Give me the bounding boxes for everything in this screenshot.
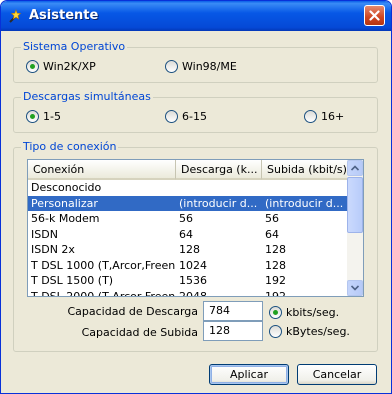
close-icon — [369, 10, 380, 21]
app-icon — [7, 7, 25, 25]
radio-label: Win2K/XP — [43, 59, 96, 73]
window-title: Asistente — [29, 8, 99, 23]
radio-indicator — [269, 305, 282, 319]
unit-radio-kbits[interactable]: kbits/seg. — [269, 305, 339, 319]
row-upload: 64 — [265, 227, 279, 241]
column-header-connection[interactable]: Conexión — [28, 160, 176, 180]
downloads-group-legend: Descargas simultáneas — [21, 90, 153, 103]
row-upload: (introducir d... — [265, 196, 344, 210]
row-download: 64 — [179, 227, 193, 241]
radio-indicator — [165, 109, 178, 123]
upload-capacity-label: Capacidad de Subida — [81, 326, 198, 339]
list-row[interactable]: Desconocido — [28, 180, 348, 196]
close-button[interactable] — [364, 5, 385, 26]
row-download: (introducir d... — [179, 196, 258, 210]
radio-indicator — [165, 59, 178, 73]
list-row[interactable]: T DSL 1500 (T) 1536 192 — [28, 273, 348, 289]
download-capacity-label: Capacidad de Descarga — [67, 305, 198, 318]
row-download: 2048 — [179, 289, 207, 297]
downloads-radio-16-plus[interactable]: 16+ — [304, 109, 344, 123]
column-header-download[interactable]: Descarga (k... — [176, 160, 262, 180]
connection-list[interactable]: Conexión Descarga (k... Subida (kbit/s) … — [27, 159, 364, 297]
upload-capacity-input[interactable]: 128 — [203, 321, 263, 341]
radio-label: 1-5 — [43, 109, 61, 123]
unit-radio-kbytes[interactable]: kBytes/seg. — [269, 324, 350, 338]
os-radio-win98me[interactable]: Win98/ME — [165, 59, 237, 73]
list-row[interactable]: ISDN 64 64 — [28, 227, 348, 243]
radio-indicator — [269, 324, 282, 338]
radio-indicator — [304, 109, 317, 123]
radio-label: 16+ — [321, 109, 345, 123]
row-connection: ISDN 2x — [31, 243, 75, 256]
list-row[interactable]: T DSL 2000 (T,Arcor,Freen... 2048 192 — [28, 289, 348, 297]
row-upload: 128 — [265, 243, 286, 256]
list-row-selected[interactable]: Personalizar (introducir d... (introduci… — [28, 195, 348, 211]
cancel-button[interactable]: Cancelar — [297, 364, 377, 385]
row-upload: 128 — [265, 258, 286, 272]
row-upload — [262, 180, 348, 196]
title-bar[interactable]: Asistente — [1, 1, 391, 31]
row-connection: 56-k Modem — [31, 212, 100, 225]
connection-group-legend: Tipo de conexión — [21, 140, 119, 153]
radio-indicator — [26, 59, 39, 73]
row-upload: 192 — [265, 274, 286, 287]
row-download: 56 — [179, 212, 193, 225]
arrow-down-icon — [351, 285, 359, 291]
list-row[interactable]: T DSL 1000 (T,Arcor,Freen... 1024 128 — [28, 258, 348, 274]
row-connection: Personalizar — [31, 196, 98, 210]
scroll-up-button[interactable] — [347, 160, 363, 176]
row-download: 128 — [179, 243, 200, 256]
scroll-thumb[interactable] — [347, 177, 363, 233]
list-header: Conexión Descarga (k... Subida (kbit/s) — [28, 160, 348, 180]
arrow-up-icon — [351, 165, 359, 171]
os-radio-win2kxp[interactable]: Win2K/XP — [26, 59, 96, 73]
wizard-window: Asistente Sistema Operativo Win2K/XP Win… — [0, 0, 392, 394]
scroll-down-button[interactable] — [347, 280, 363, 296]
row-download: 1024 — [179, 258, 207, 272]
column-header-upload[interactable]: Subida (kbit/s) — [262, 160, 348, 180]
downloads-radio-1-5[interactable]: 1-5 — [26, 109, 61, 123]
radio-indicator — [26, 109, 39, 123]
row-upload: 56 — [265, 212, 279, 225]
download-capacity-input[interactable]: 784 — [203, 301, 263, 321]
row-connection: Desconocido — [31, 181, 102, 194]
row-connection: ISDN — [31, 227, 58, 241]
row-upload: 192 — [265, 289, 286, 297]
radio-label: kbits/seg. — [286, 305, 340, 319]
apply-button[interactable]: Aplicar — [209, 364, 289, 385]
radio-label: kBytes/seg. — [286, 324, 350, 338]
row-connection: T DSL 1000 (T,Arcor,Freen... — [31, 258, 176, 272]
list-rows: Desconocido Personalizar (introducir d..… — [28, 180, 348, 297]
radio-label: 6-15 — [182, 109, 207, 123]
row-download — [176, 180, 262, 196]
row-connection: T DSL 2000 (T,Arcor,Freen... — [31, 289, 176, 297]
list-scrollbar[interactable] — [347, 160, 363, 296]
radio-label: Win98/ME — [182, 59, 237, 73]
list-row[interactable]: ISDN 2x 128 128 — [28, 242, 348, 258]
row-connection: T DSL 1500 (T) — [31, 274, 114, 287]
os-group-legend: Sistema Operativo — [21, 40, 128, 53]
list-row[interactable]: 56-k Modem 56 56 — [28, 211, 348, 227]
downloads-radio-6-15[interactable]: 6-15 — [165, 109, 207, 123]
row-download: 1536 — [179, 274, 207, 287]
